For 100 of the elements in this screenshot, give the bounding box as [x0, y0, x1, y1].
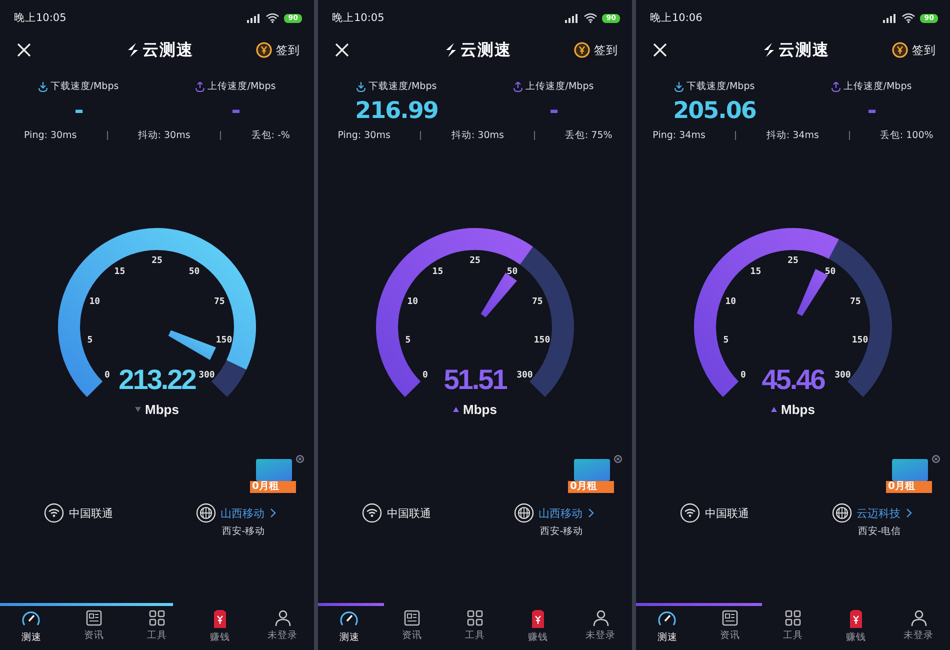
gauge-tick-label: 10 — [725, 296, 736, 307]
card-stack-drawing — [574, 459, 610, 481]
nav-tab[interactable]: 未登录 — [251, 606, 314, 650]
upload-icon — [513, 82, 524, 92]
nav-tab[interactable]: 测速 — [636, 606, 699, 650]
network-name: 中国联通 — [705, 506, 749, 520]
upload-speed: - — [549, 97, 558, 126]
nav-tab[interactable]: 赚钱 — [824, 606, 888, 650]
coin-icon — [256, 42, 272, 58]
server-location: 西安-电信 — [858, 525, 902, 538]
checkin-button[interactable]: 签到 — [892, 42, 936, 58]
speed-unit: Mbps — [463, 402, 497, 417]
signal-icon — [565, 14, 580, 22]
gauge-tick-label: 150 — [216, 336, 232, 346]
gauge-needle — [480, 272, 517, 318]
yen-tag-icon — [212, 609, 228, 629]
gauge-tick-label: 150 — [852, 336, 868, 346]
close-button[interactable] — [16, 42, 32, 58]
network-name: 中国联通 — [69, 506, 113, 520]
promo-label: 0月租 — [886, 481, 932, 493]
app-title: 云测速 — [778, 40, 830, 60]
gauge-tick-label: 0 — [104, 370, 110, 380]
coin-icon — [574, 42, 590, 58]
gauge-needle — [168, 330, 216, 360]
gauge-tick-label: 75 — [850, 296, 861, 307]
globe-icon — [196, 503, 216, 523]
yen-tag-icon — [848, 609, 864, 629]
gauge-tick-label: 75 — [532, 296, 543, 307]
grid-icon — [148, 609, 166, 627]
jitter-value: 抖动: 30ms — [451, 129, 504, 142]
speed-unit: Mbps — [145, 402, 179, 417]
globe-icon — [832, 503, 852, 523]
download-icon — [38, 82, 48, 92]
nav-tab[interactable]: 工具 — [762, 606, 824, 650]
server-link[interactable]: 山西移动 — [538, 506, 594, 520]
gauge-tick-label: 75 — [214, 296, 225, 307]
close-button[interactable] — [334, 42, 350, 58]
globe-icon — [514, 503, 534, 523]
gauge-tick-label: 25 — [788, 256, 798, 266]
gauge-tick-label: 25 — [152, 256, 162, 266]
download-speed: 216.99 — [355, 97, 438, 126]
wifi-icon — [584, 13, 598, 23]
wifi-icon — [362, 503, 382, 523]
gauge-tick-label: 300 — [834, 370, 851, 380]
nav-tab[interactable]: 工具 — [444, 606, 506, 650]
download-label: 下载速度/Mbps — [686, 80, 755, 93]
upload-label: 上传速度/Mbps — [525, 80, 594, 93]
wifi-icon — [266, 13, 280, 23]
close-button[interactable] — [652, 42, 668, 58]
close-icon[interactable] — [614, 455, 622, 463]
packet-loss-value: 丢包: -% — [251, 129, 290, 142]
upload-icon — [195, 82, 206, 92]
ping-value: Ping: 30ms — [338, 130, 390, 141]
nav-tab[interactable]: 赚钱 — [188, 606, 252, 650]
gauge-tick-label: 50 — [188, 267, 200, 278]
status-time: 晚上10:05 — [332, 11, 384, 25]
person-icon — [274, 609, 292, 627]
nav-tab[interactable]: 未登录 — [569, 606, 632, 650]
signal-icon — [883, 14, 898, 22]
card-stack-drawing — [892, 459, 928, 481]
jitter-value: 抖动: 34ms — [766, 129, 819, 142]
nav-tab[interactable]: 工具 — [126, 606, 188, 650]
nav-tab[interactable]: 赚钱 — [506, 606, 570, 650]
signal-icon — [247, 14, 262, 22]
gauge-tick-label: 5 — [405, 336, 411, 346]
gauge-tick-label: 300 — [198, 370, 215, 380]
server-link[interactable]: 山西移动 — [220, 506, 276, 520]
promo-label: 0月租 — [250, 481, 296, 493]
nav-tab[interactable]: 测速 — [0, 606, 63, 650]
chevron-right-icon — [270, 508, 276, 518]
checkin-button[interactable]: 签到 — [256, 42, 300, 58]
person-icon — [592, 609, 610, 627]
close-icon — [335, 43, 349, 57]
speed-reading: 45.46 — [762, 364, 824, 396]
download-label: 下载速度/Mbps — [368, 80, 437, 93]
yen-tag-icon — [530, 609, 546, 629]
close-icon[interactable] — [932, 455, 940, 463]
download-icon — [674, 82, 684, 92]
nav-tab[interactable]: 资讯 — [62, 606, 126, 650]
gauge-tick-label: 300 — [516, 370, 533, 380]
nav-tab[interactable]: 资讯 — [380, 606, 444, 650]
gauge-tick-label: 10 — [89, 296, 100, 307]
server-location: 西安-移动 — [222, 525, 266, 538]
gauge-tick-label: 10 — [407, 296, 418, 307]
app-title: 云测速 — [460, 40, 512, 60]
nav-tab[interactable]: 测速 — [318, 606, 381, 650]
gauge-tick-label: 15 — [114, 267, 126, 278]
wifi-icon — [902, 13, 916, 23]
checkin-button[interactable]: 签到 — [574, 42, 618, 58]
close-icon[interactable] — [296, 455, 304, 463]
gauge-tick-label: 150 — [534, 336, 550, 346]
status-time: 晚上10:06 — [650, 11, 702, 25]
nav-tab[interactable]: 资讯 — [698, 606, 762, 650]
packet-loss-value: 丢包: 75% — [564, 129, 612, 142]
server-link[interactable]: 云迈科技 — [856, 506, 912, 520]
upload-label: 上传速度/Mbps — [843, 80, 912, 93]
coin-icon — [892, 42, 908, 58]
nav-tab[interactable]: 未登录 — [887, 606, 950, 650]
chevron-right-icon — [906, 508, 912, 518]
gauge-tick-label: 25 — [470, 256, 480, 266]
